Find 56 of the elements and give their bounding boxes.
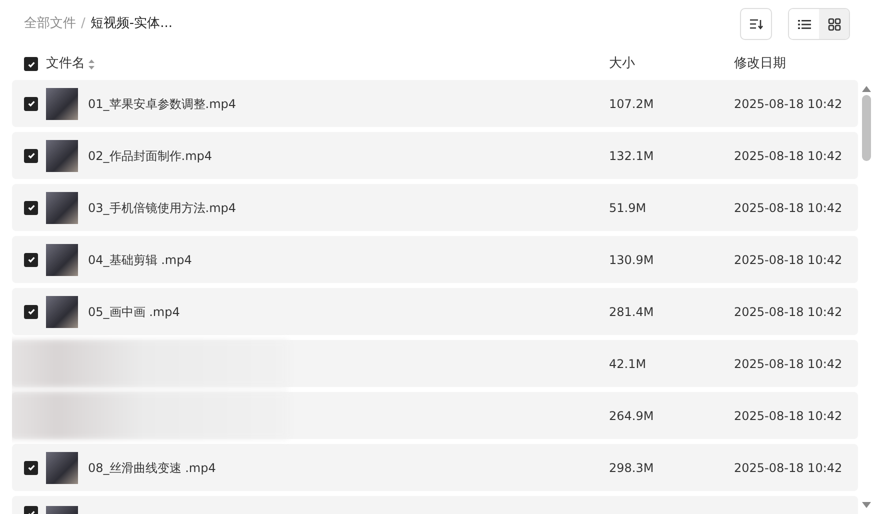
- scroll-down-icon[interactable]: [862, 502, 870, 508]
- checkbox[interactable]: [24, 304, 38, 318]
- checkmark-icon: [26, 307, 36, 316]
- checkbox[interactable]: [24, 252, 38, 266]
- column-header[interactable]: 文件名: [46, 54, 85, 74]
- modified-date: 2025-08-18 10:42: [734, 96, 842, 110]
- file-size: 132.1M: [609, 148, 654, 162]
- breadcrumb-separator: /: [81, 15, 86, 34]
- video-thumbnail: [46, 88, 78, 120]
- modified-date: 2025-08-18 10:42: [734, 460, 842, 474]
- file-name[interactable]: 02_作品封面制作.mp4: [88, 146, 212, 164]
- video-thumbnail: [46, 452, 78, 484]
- file-size: 42.1M: [609, 356, 646, 370]
- file-name[interactable]: 04_基础剪辑 .mp4: [88, 250, 192, 268]
- checkmark-icon: [26, 203, 36, 212]
- checkmark-icon: [26, 60, 36, 68]
- video-thumbnail: [46, 296, 78, 328]
- modified-date: 2025-08-18 10:42: [734, 148, 842, 162]
- checkmark-icon: [26, 463, 36, 472]
- file-size: 51.9M: [609, 200, 646, 214]
- modified-date: 2025-08-18 10:42: [734, 356, 842, 370]
- video-thumbnail: [46, 244, 78, 276]
- checkbox[interactable]: [24, 200, 38, 214]
- grid-view-button[interactable]: [819, 9, 849, 39]
- file-size: 298.3M: [609, 460, 654, 474]
- modified-date: 2025-08-18 10:42: [734, 252, 842, 266]
- column-header[interactable]: 修改日期: [734, 56, 786, 72]
- file-name[interactable]: 08_丝滑曲线变速 .mp4: [88, 458, 216, 476]
- checkbox[interactable]: [24, 460, 38, 474]
- sort-icon[interactable]: [88, 58, 95, 70]
- grid-icon: [828, 18, 840, 30]
- video-thumbnail: [46, 192, 78, 224]
- checkmark-icon: [26, 255, 36, 264]
- column-header[interactable]: 大小: [609, 56, 635, 72]
- modified-date: 2025-08-18 10:42: [734, 200, 842, 214]
- file-size: 107.2M: [609, 96, 654, 110]
- checkbox[interactable]: [24, 57, 38, 71]
- file-size: 130.9M: [609, 252, 654, 266]
- modified-date: 2025-08-18 10:42: [734, 408, 842, 422]
- checkmark-icon: [26, 99, 36, 108]
- scroll-up-icon[interactable]: [862, 86, 870, 92]
- checkbox[interactable]: [24, 148, 38, 162]
- file-size: 281.4M: [609, 304, 654, 318]
- modified-date: 2025-08-18 10:42: [734, 304, 842, 318]
- file-size: 264.9M: [609, 408, 654, 422]
- scrollbar-thumb[interactable]: [862, 95, 870, 161]
- file-name[interactable]: 01_苹果安卓参数调整.mp4: [88, 94, 236, 112]
- sort-button[interactable]: [740, 8, 772, 40]
- video-thumbnail: [46, 140, 78, 172]
- file-name[interactable]: 05_画中画 .mp4: [88, 302, 180, 320]
- checkmark-icon: [26, 151, 36, 160]
- checkbox[interactable]: [24, 96, 38, 110]
- list-icon: [798, 18, 810, 30]
- file-name[interactable]: 03_手机倍镜使用方法.mp4: [88, 198, 236, 216]
- breadcrumb-current: 短视频-实体...: [90, 15, 172, 34]
- sort-icon: [749, 18, 763, 30]
